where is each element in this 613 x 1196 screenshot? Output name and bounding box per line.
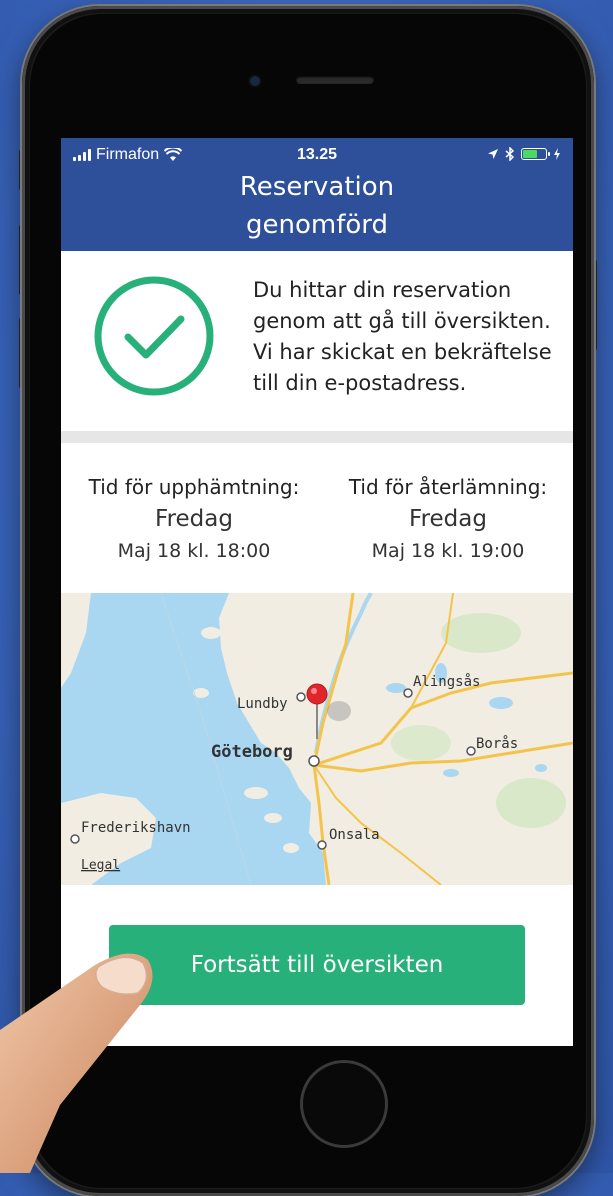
confirmation-message: Du hittar din reservation genom att gå t… — [253, 278, 552, 395]
return-label: Tid för återlämning: — [348, 475, 548, 499]
return-date: Maj 18 kl. 19:00 — [371, 540, 525, 562]
pickup-date: Maj 18 kl. 18:00 — [117, 540, 271, 562]
map-label-boras: Borås — [476, 735, 518, 752]
location-map[interactable]: Lundby Göteborg Alingsås Borås Frederiks… — [61, 593, 573, 885]
charging-bolt-icon — [554, 148, 560, 160]
map-label-onsala: Onsala — [329, 827, 380, 843]
map-legal-link[interactable]: Legal — [81, 858, 120, 873]
pickup-label: Tid för upphämtning: — [88, 475, 300, 499]
map-pin-icon[interactable] — [306, 683, 328, 705]
pickup-time-block: Tid för upphämtning: Fredag Maj 18 kl. 1… — [67, 473, 321, 565]
map-label-lundby: Lundby — [237, 696, 288, 712]
confirmation-section: Du hittar din reservation genom att gå t… — [61, 251, 573, 431]
continue-to-overview-button[interactable]: Fortsätt till översikten — [109, 925, 525, 1005]
navigation-bar: Firmafon 13.25 Reservation genomförd — [61, 138, 573, 251]
reservation-times: Tid för upphämtning: Fredag Maj 18 kl. 1… — [61, 443, 573, 593]
location-arrow-icon — [488, 149, 498, 159]
page-title-line1: Reservation — [239, 172, 395, 202]
home-button[interactable] — [300, 1060, 388, 1148]
page-title: Reservation genomförd — [61, 168, 573, 244]
front-camera — [250, 76, 260, 86]
return-time-block: Tid för återlämning: Fredag Maj 18 kl. 1… — [323, 473, 573, 565]
bluetooth-icon — [505, 147, 515, 161]
checkmark-circle-icon — [94, 276, 214, 396]
pickup-day: Fredag — [155, 506, 233, 532]
map-label-alingsas: Alingsås — [413, 673, 480, 690]
return-day: Fredag — [409, 506, 487, 532]
earpiece-speaker — [296, 76, 374, 84]
app-screen: Firmafon 13.25 Reservation genomförd Du … — [61, 138, 573, 1046]
battery-icon — [521, 148, 550, 160]
status-bar: Firmafon 13.25 — [61, 146, 573, 168]
page-title-line2: genomförd — [245, 210, 388, 240]
map-label-frederikshavn: Frederikshavn — [81, 820, 191, 836]
action-area: Fortsätt till översikten — [61, 885, 573, 1046]
map-label-goteborg: Göteborg — [211, 742, 293, 762]
section-divider — [61, 431, 573, 443]
